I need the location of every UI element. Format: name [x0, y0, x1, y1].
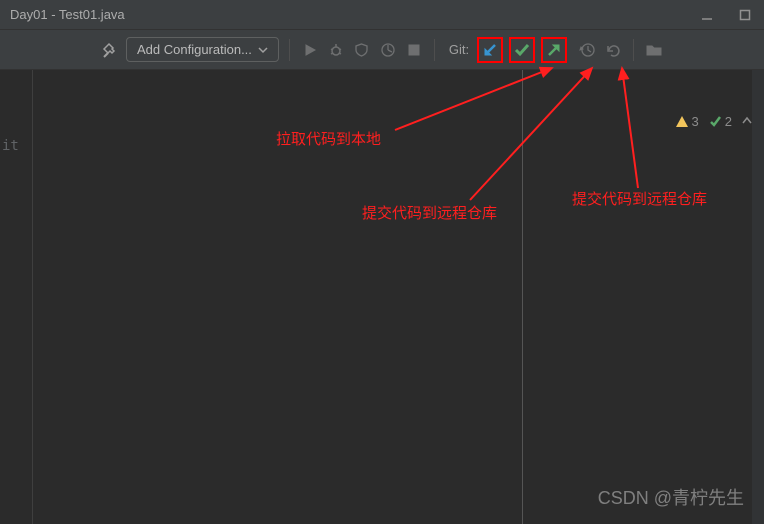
chevron-down-icon — [258, 45, 268, 55]
rollback-icon[interactable] — [603, 40, 623, 60]
build-icon[interactable] — [100, 40, 120, 60]
git-label: Git: — [449, 42, 469, 57]
maximize-button[interactable] — [736, 6, 754, 24]
git-pull-button[interactable] — [477, 37, 503, 63]
window-controls — [698, 6, 754, 24]
separator — [633, 39, 634, 61]
inspections-widget[interactable]: 3 2 — [675, 114, 752, 129]
passes-indicator[interactable]: 2 — [709, 114, 732, 129]
right-margin-line — [522, 70, 523, 524]
main-toolbar: Add Configuration... Git: — [0, 30, 764, 70]
checkmark-icon — [514, 42, 530, 58]
coverage-icon[interactable] — [352, 40, 372, 60]
editor-area[interactable]: it 3 2 — [0, 70, 764, 524]
profile-icon[interactable] — [378, 40, 398, 60]
warnings-indicator[interactable]: 3 — [675, 114, 699, 129]
separator — [289, 39, 290, 61]
hide-inspections-icon[interactable] — [742, 114, 752, 129]
arrow-up-right-icon — [546, 42, 562, 58]
debug-icon[interactable] — [326, 40, 346, 60]
folder-icon[interactable] — [644, 40, 664, 60]
separator — [434, 39, 435, 61]
window-title: Day01 - Test01.java — [10, 7, 125, 22]
add-configuration-button[interactable]: Add Configuration... — [126, 37, 279, 62]
titlebar: Day01 - Test01.java — [0, 0, 764, 30]
add-configuration-label: Add Configuration... — [137, 42, 252, 57]
check-icon — [709, 115, 722, 128]
warnings-count: 3 — [692, 114, 699, 129]
git-commit-button[interactable] — [509, 37, 535, 63]
run-icon[interactable] — [300, 40, 320, 60]
passes-count: 2 — [725, 114, 732, 129]
arrow-down-left-icon — [482, 42, 498, 58]
git-push-button[interactable] — [541, 37, 567, 63]
code-fragment: it — [2, 138, 19, 154]
warning-icon — [675, 115, 689, 129]
gutter-border — [32, 70, 33, 524]
minimap-scrollbar[interactable] — [752, 70, 764, 524]
stop-icon[interactable] — [404, 40, 424, 60]
history-icon[interactable] — [577, 40, 597, 60]
minimize-button[interactable] — [698, 6, 716, 24]
